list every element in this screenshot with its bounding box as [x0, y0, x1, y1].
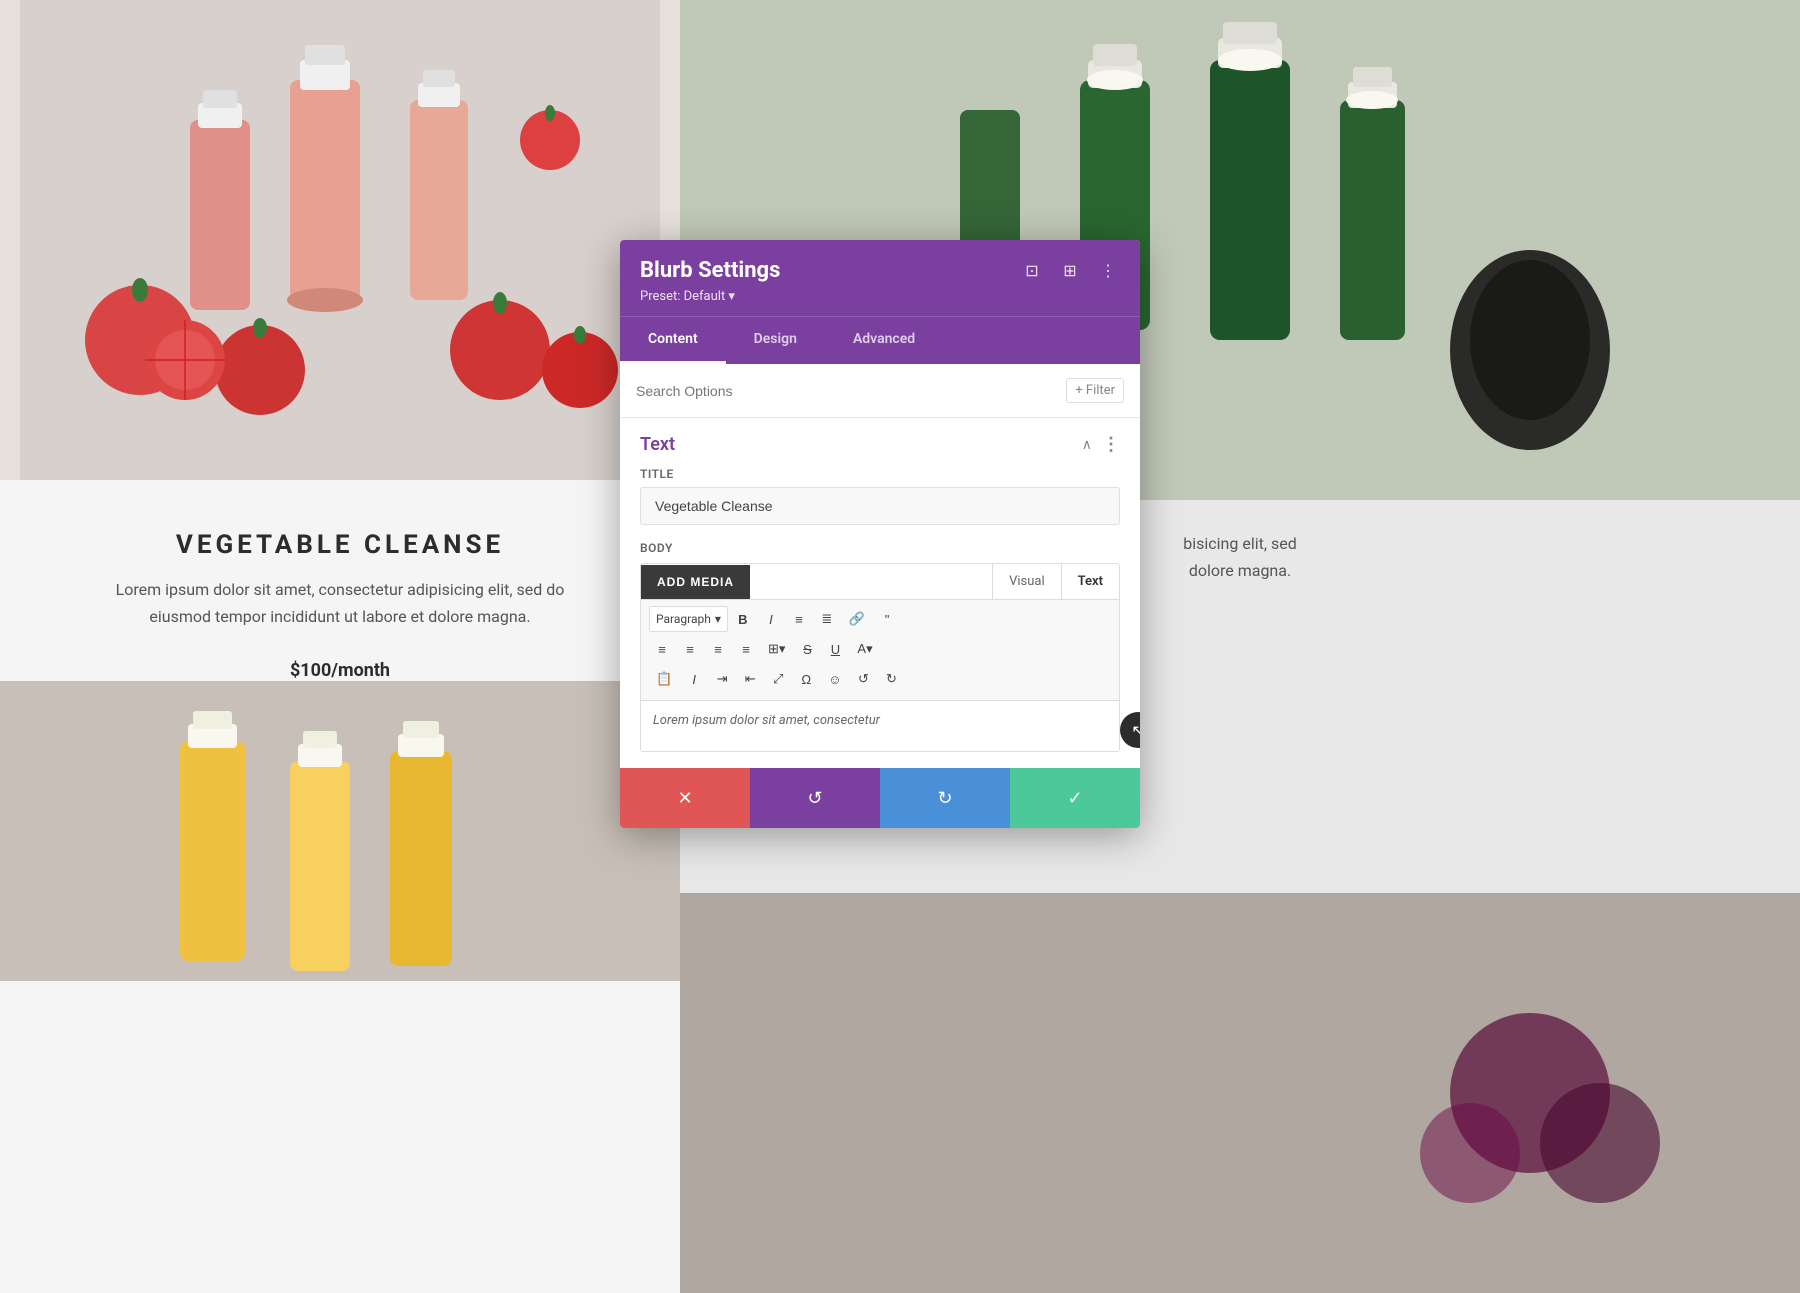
fullscreen-button[interactable]: ⤢ [765, 666, 791, 692]
title-input[interactable] [640, 487, 1120, 525]
form-section: Title Body ADD MEDIA Visual Text [620, 467, 1140, 768]
toolbar-row-3: 📋 I ⇥ ⇤ ⤢ Ω ☺ ↺ ↻ [649, 666, 1111, 692]
table-button[interactable]: ⊞▾ [761, 636, 792, 662]
product-price: $100/month [290, 660, 390, 681]
right-bottom-image [680, 893, 1800, 1293]
modal-tabs: Content Design Advanced [620, 316, 1140, 364]
undo-editor-button[interactable]: ↺ [850, 666, 876, 692]
add-media-button[interactable]: ADD MEDIA [641, 565, 750, 599]
search-bar: + Filter [620, 364, 1140, 418]
toolbar-row-1: Paragraph ▾ B I ≡ ≣ 🔗 " [649, 606, 1111, 632]
confirm-button[interactable]: ✓ [1010, 768, 1140, 828]
scroll-icon: ↖ [1131, 721, 1140, 740]
tab-text[interactable]: Text [1061, 564, 1119, 599]
product-title: VEGETABLE CLEANSE [176, 530, 504, 560]
section-more-icon[interactable]: ⋮ [1102, 434, 1120, 455]
tomato-svg-image [20, 0, 660, 480]
berries-svg [680, 893, 1800, 1293]
unordered-list-button[interactable]: ≡ [786, 606, 812, 632]
filter-label: + Filter [1075, 383, 1115, 398]
modal-body: + Filter Text ∧ ⋮ Title Body [620, 364, 1140, 768]
modal-title: Blurb Settings [640, 258, 780, 283]
link-button[interactable]: 🔗 [842, 606, 872, 632]
collapse-icon[interactable]: ∧ [1082, 437, 1092, 453]
tab-content[interactable]: Content [620, 317, 726, 364]
modal-header: Blurb Settings ⊡ ⊞ ⋮ Preset: Default ▾ [620, 240, 1140, 316]
font-color-button[interactable]: A▾ [850, 636, 879, 662]
blockquote-button[interactable]: " [874, 606, 900, 632]
justify-button[interactable]: ≡ [733, 636, 759, 662]
tab-advanced[interactable]: Advanced [825, 317, 943, 364]
paste-text-button[interactable]: 📋 [649, 666, 679, 692]
editor-toolbar: Paragraph ▾ B I ≡ ≣ 🔗 " ≡ ≡ [641, 600, 1119, 701]
product-description: Lorem ipsum dolor sit amet, consectetur … [50, 576, 630, 630]
emoji-button[interactable]: ☺ [821, 666, 848, 692]
align-left-button[interactable]: ≡ [649, 636, 675, 662]
toolbar-row-2: ≡ ≡ ≡ ≡ ⊞▾ S U A▾ [649, 636, 1111, 662]
editor-view-tabs: Visual Text [750, 564, 1119, 599]
bold-button[interactable]: B [730, 606, 756, 632]
editor-container: ADD MEDIA Visual Text Paragraph ▾ [640, 563, 1120, 752]
indent-button[interactable]: ⇥ [709, 666, 735, 692]
left-panel: VEGETABLE CLEANSE Lorem ipsum dolor sit … [0, 0, 680, 1293]
modal-footer: ✕ ↺ ↻ ✓ [620, 768, 1140, 828]
ordered-list-button[interactable]: ≣ [814, 606, 840, 632]
tab-design[interactable]: Design [726, 317, 825, 364]
italic-button[interactable]: I [758, 606, 784, 632]
align-right-button[interactable]: ≡ [705, 636, 731, 662]
search-input[interactable] [636, 383, 1058, 399]
cancel-button[interactable]: ✕ [620, 768, 750, 828]
redo-editor-button[interactable]: ↻ [878, 666, 904, 692]
product-image-bottom [0, 681, 680, 981]
title-label: Title [640, 467, 1120, 481]
outdent-button[interactable]: ⇤ [737, 666, 763, 692]
right-desc-2: dolore magna. [1189, 561, 1291, 580]
paragraph-label: Paragraph [656, 612, 711, 626]
italic-alt-button[interactable]: I [681, 666, 707, 692]
paragraph-dropdown: ▾ [715, 612, 721, 626]
strikethrough-button[interactable]: S [794, 636, 820, 662]
align-center-button[interactable]: ≡ [677, 636, 703, 662]
special-char-button[interactable]: Ω [793, 666, 819, 692]
text-section-header: Text ∧ ⋮ [620, 418, 1140, 467]
redo-button[interactable]: ↻ [880, 768, 1010, 828]
yellow-bottles-svg [0, 681, 680, 981]
modal-icon-group: ⊡ ⊞ ⋮ [1020, 259, 1120, 283]
preset-label[interactable]: Preset: Default ▾ [640, 289, 1120, 304]
expand-icon[interactable]: ⊡ [1020, 259, 1044, 283]
editor-top-bar: ADD MEDIA Visual Text [641, 564, 1119, 600]
underline-button[interactable]: U [822, 636, 848, 662]
section-controls: ∧ ⋮ [1082, 434, 1120, 455]
section-title: Text [640, 434, 675, 455]
tab-visual[interactable]: Visual [992, 564, 1061, 599]
body-label: Body [640, 541, 1120, 555]
editor-content[interactable]: Lorem ipsum dolor sit amet, consectetur [641, 701, 1119, 751]
blurb-settings-modal: Blurb Settings ⊡ ⊞ ⋮ Preset: Default ▾ C… [620, 240, 1140, 828]
undo-button[interactable]: ↺ [750, 768, 880, 828]
page-layout: VEGETABLE CLEANSE Lorem ipsum dolor sit … [0, 0, 1800, 1293]
more-icon[interactable]: ⋮ [1096, 259, 1120, 283]
grid-icon[interactable]: ⊞ [1058, 259, 1082, 283]
right-desc-1: bisicing elit, sed [1183, 534, 1296, 553]
paragraph-select[interactable]: Paragraph ▾ [649, 606, 728, 632]
editor-content-text: Lorem ipsum dolor sit amet, consectetur [653, 713, 880, 728]
filter-button[interactable]: + Filter [1066, 378, 1124, 403]
product-image-top [0, 0, 680, 480]
